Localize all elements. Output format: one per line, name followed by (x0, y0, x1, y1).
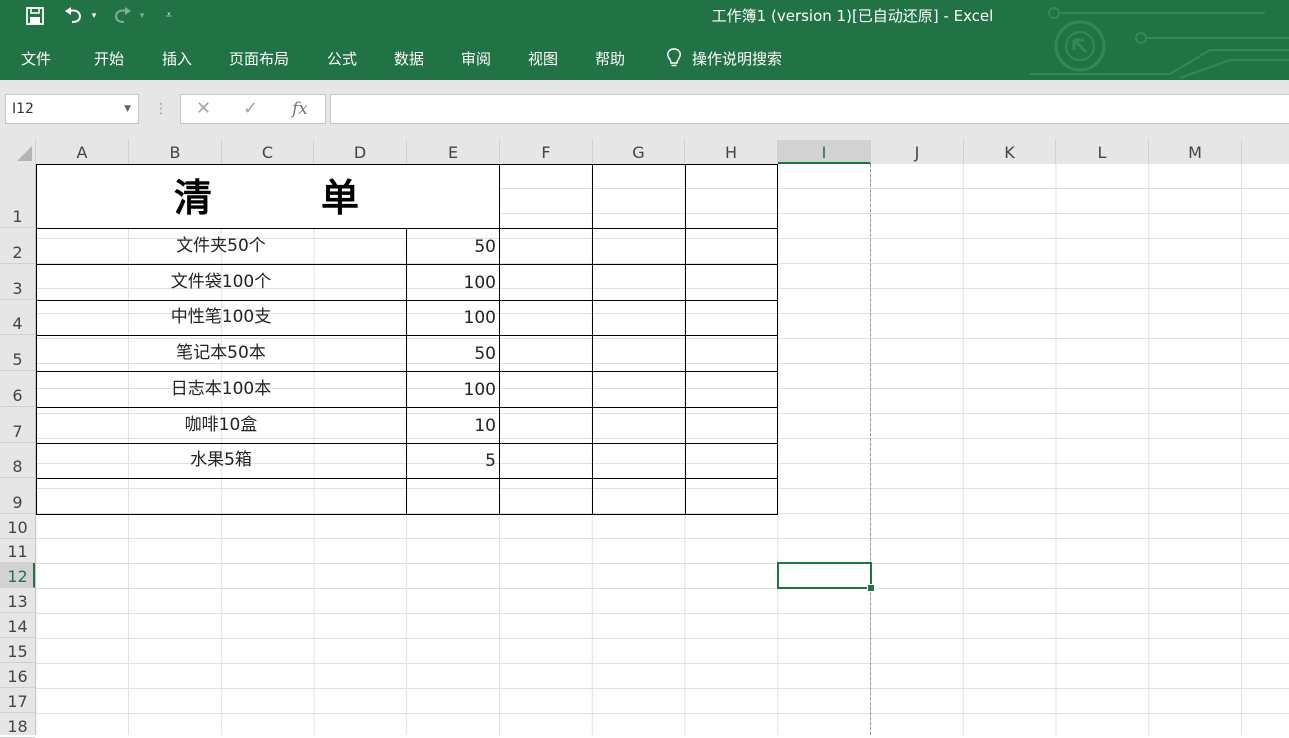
row-header-18[interactable]: 18 (0, 713, 35, 738)
item-name-cell[interactable]: 文件夹50个 (36, 228, 406, 264)
row-header-14[interactable]: 14 (0, 613, 35, 638)
title-char-1: 清 (174, 176, 213, 220)
row-headers: 1 2 3 4 5 6 7 8 9 10 11 12 13 14 15 16 1… (0, 164, 36, 738)
column-header-j[interactable]: J (871, 140, 964, 164)
item-name-cell[interactable]: 水果5箱 (36, 443, 406, 478)
item-qty-cell[interactable]: 100 (407, 371, 496, 407)
chevron-down-icon[interactable]: ▼ (124, 95, 131, 123)
column-header-e[interactable]: E (407, 140, 500, 164)
title-bar: ▾ ▾ ⩡ 工作簿1 (version 1)[已自动还原] - Excel 文件… (0, 0, 1289, 80)
item-name-cell[interactable]: 笔记本50本 (36, 335, 406, 371)
item-name-cell[interactable]: 咖啡10盒 (36, 407, 406, 443)
row-header-5[interactable]: 5 (0, 335, 35, 371)
column-header-c[interactable]: C (222, 140, 314, 164)
column-header-a[interactable]: A (36, 140, 129, 164)
row-header-3[interactable]: 3 (0, 264, 35, 300)
cancel-icon[interactable]: ✕ (196, 95, 211, 123)
column-header-l[interactable]: L (1056, 140, 1149, 164)
row-header-17[interactable]: 17 (0, 688, 35, 713)
item-qty-cell[interactable]: 50 (407, 335, 496, 371)
fill-handle[interactable] (867, 584, 875, 592)
tab-page-layout[interactable]: 页面布局 (229, 47, 289, 71)
row-header-10[interactable]: 10 (0, 514, 35, 539)
active-cell-i12[interactable] (777, 562, 872, 589)
select-all-button[interactable] (0, 140, 36, 164)
column-headers: A B C D E F G H I J K L M N (0, 140, 1289, 164)
row-header-1[interactable]: 1 (0, 164, 35, 228)
row-header-2[interactable]: 2 (0, 228, 35, 264)
column-header-d[interactable]: D (314, 140, 407, 164)
column-header-m[interactable]: M (1149, 140, 1242, 164)
item-qty-cell[interactable]: 10 (407, 407, 496, 443)
tell-me-label: 操作说明搜索 (692, 50, 783, 68)
column-header-k[interactable]: K (964, 140, 1056, 164)
formula-bar: I12 ▼ ⋮ ✕ ✓ fx (0, 80, 1289, 140)
item-qty-cell[interactable]: 50 (407, 228, 496, 264)
enter-check-icon[interactable]: ✓ (243, 95, 258, 123)
item-qty-cell[interactable]: 5 (407, 443, 496, 478)
select-all-icon (17, 146, 32, 161)
item-name-cell[interactable]: 文件袋100个 (36, 264, 406, 300)
tab-insert[interactable]: 插入 (162, 47, 192, 71)
formula-tools: ✕ ✓ fx (180, 94, 326, 124)
tab-data[interactable]: 数据 (394, 47, 424, 71)
formula-input[interactable] (330, 94, 1289, 124)
tab-formulas[interactable]: 公式 (327, 47, 357, 71)
item-name-cell[interactable]: 日志本100本 (36, 371, 406, 407)
insert-function-icon[interactable]: fx (292, 95, 308, 123)
item-name-cell[interactable]: 中性笔100支 (36, 300, 406, 335)
cell-grid[interactable]: 清 单 文件夹50个 50 文件袋100个 100 中性笔100支 100 笔记… (36, 164, 1289, 735)
row-header-12[interactable]: 12 (0, 563, 35, 588)
column-header-b[interactable]: B (129, 140, 222, 164)
tell-me-search[interactable]: 操作说明搜索 (666, 47, 782, 71)
row-header-16[interactable]: 16 (0, 663, 35, 688)
name-box[interactable]: I12 ▼ (5, 94, 139, 124)
row-header-11[interactable]: 11 (0, 539, 35, 563)
column-header-h[interactable]: H (685, 140, 778, 164)
name-box-value: I12 (12, 101, 34, 117)
column-header-i[interactable]: I (778, 140, 871, 164)
column-header-n[interactable]: N (1242, 140, 1289, 164)
row-header-4[interactable]: 4 (0, 300, 35, 335)
row-header-13[interactable]: 13 (0, 588, 35, 613)
column-header-f[interactable]: F (500, 140, 593, 164)
tab-view[interactable]: 视图 (528, 47, 558, 71)
title-cell[interactable]: 清 单 (36, 164, 500, 228)
row-header-7[interactable]: 7 (0, 407, 35, 443)
tab-file[interactable]: 文件 (21, 47, 51, 71)
tab-help[interactable]: 帮助 (595, 47, 625, 71)
page-break-line (870, 164, 871, 735)
row-header-8[interactable]: 8 (0, 443, 35, 478)
formula-bar-resize-handle[interactable]: ⋮ (154, 94, 168, 124)
lightbulb-icon (667, 48, 681, 67)
item-qty-cell[interactable]: 100 (407, 300, 496, 335)
item-qty-cell[interactable]: 100 (407, 264, 496, 300)
column-header-g[interactable]: G (593, 140, 685, 164)
ribbon-decoration (1030, 7, 1289, 79)
row-header-6[interactable]: 6 (0, 371, 35, 407)
tab-review[interactable]: 审阅 (461, 47, 491, 71)
tab-home[interactable]: 开始 (94, 47, 124, 71)
title-char-2: 单 (321, 176, 360, 220)
row-header-15[interactable]: 15 (0, 638, 35, 663)
row-header-9[interactable]: 9 (0, 478, 35, 514)
